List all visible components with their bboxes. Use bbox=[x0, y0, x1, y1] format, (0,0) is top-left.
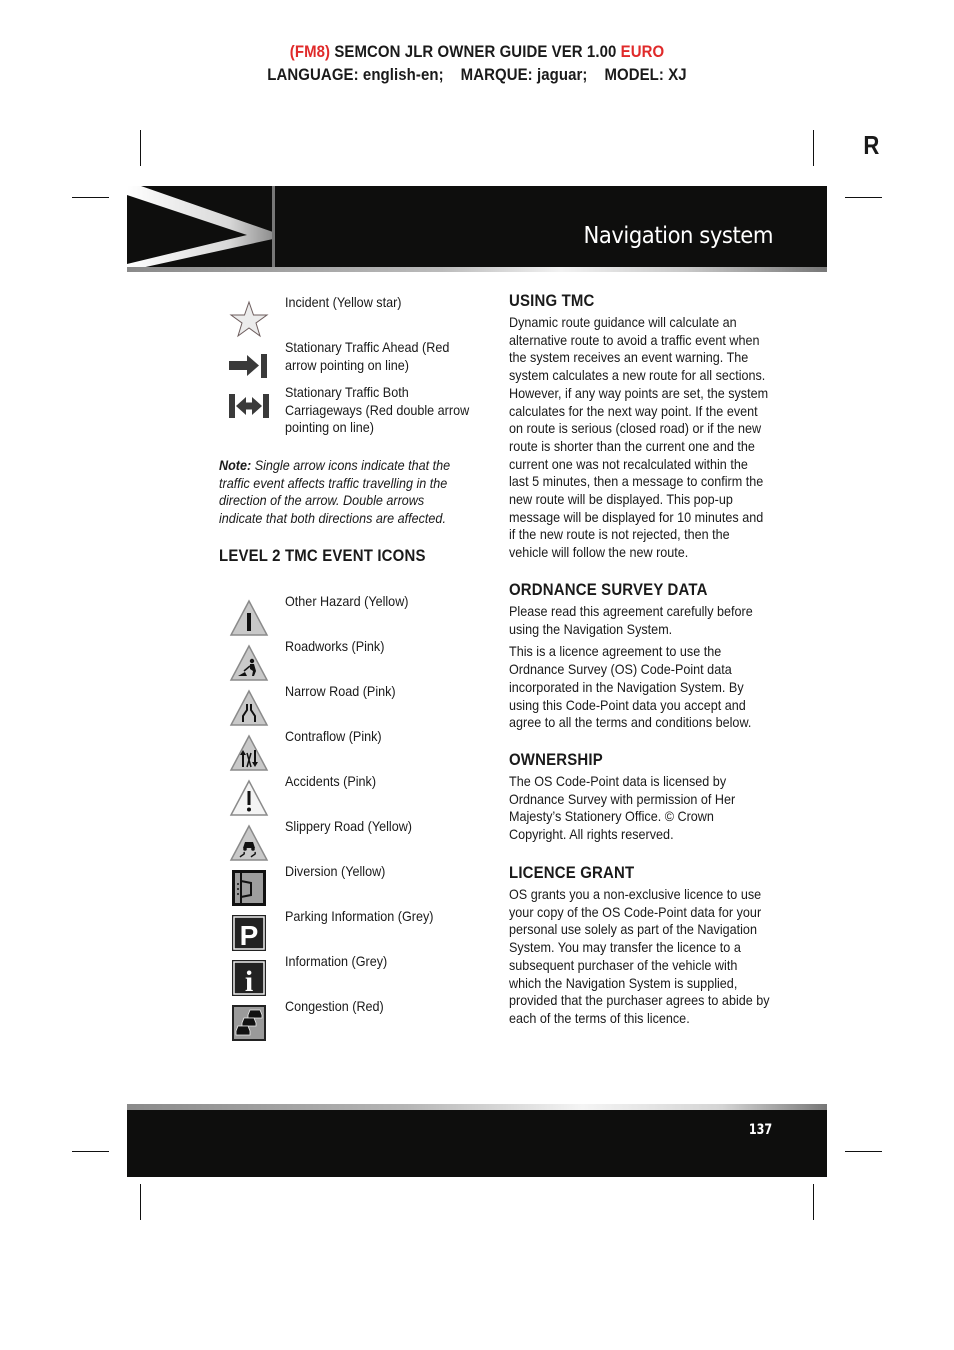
paragraph: OS grants you a non-exclusive licence to… bbox=[509, 886, 770, 1026]
crop-mark bbox=[72, 1151, 109, 1152]
icon-label: Contraflow (Pink) bbox=[285, 728, 382, 744]
icon-label: Congestion (Red) bbox=[285, 998, 384, 1014]
header-region: EURO bbox=[620, 42, 665, 61]
banner-divider bbox=[272, 186, 275, 268]
arrow-to-line-icon bbox=[229, 354, 267, 378]
section-using-tmc: USING TMC Dynamic route guidance will ca… bbox=[509, 291, 799, 567]
section-tab-letter: R bbox=[863, 130, 880, 160]
icon-label: Incident (Yellow star) bbox=[285, 294, 402, 310]
narrow-road-icon bbox=[229, 689, 269, 726]
section-heading: LICENCE GRANT bbox=[509, 863, 635, 882]
crop-mark bbox=[845, 197, 882, 198]
header-line-2: LANGUAGE: english-en; MARQUE: jaguar; MO… bbox=[267, 65, 687, 84]
page-number: 137 bbox=[748, 1122, 772, 1138]
list-item: Diversion (Yellow) bbox=[219, 863, 484, 908]
list-item: Other Hazard (Yellow) bbox=[219, 593, 484, 638]
list-item: Stationary Traffic Both Carriageways (Re… bbox=[219, 384, 484, 454]
page-footer: 137 bbox=[127, 1104, 827, 1177]
section-ordnance-survey: ORDNANCE SURVEY DATA Please read this ag… bbox=[509, 580, 799, 737]
list-item: Stationary Traffic Ahead (Red arrow poin… bbox=[219, 339, 484, 384]
slippery-road-icon bbox=[229, 824, 269, 861]
document-header: (FM8) SEMCON JLR OWNER GUIDE VER 1.00 EU… bbox=[57, 40, 897, 86]
list-item: Congestion (Red) bbox=[219, 998, 484, 1043]
congestion-icon bbox=[232, 1005, 266, 1041]
banner-gradient-bar bbox=[127, 267, 827, 272]
double-arrow-between-lines-icon bbox=[229, 394, 269, 418]
diversion-icon bbox=[232, 870, 266, 906]
list-item: Slippery Road (Yellow) bbox=[219, 818, 484, 863]
crop-mark bbox=[813, 130, 814, 166]
list-item: Contraflow (Pink) bbox=[219, 728, 484, 773]
icon-label: Slippery Road (Yellow) bbox=[285, 818, 412, 834]
paragraph: Dynamic route guidance will calculate an… bbox=[509, 314, 769, 561]
icon-label: Accidents (Pink) bbox=[285, 773, 377, 789]
note-text: Single arrow icons indicate that the tra… bbox=[219, 457, 451, 527]
other-hazard-icon bbox=[229, 599, 269, 636]
list-item: Roadworks (Pink) bbox=[219, 638, 484, 683]
svg-text:i: i bbox=[245, 965, 253, 997]
icon-label: Narrow Road (Pink) bbox=[285, 683, 396, 699]
information-icon: i bbox=[232, 960, 266, 997]
section-heading: USING TMC bbox=[509, 291, 595, 310]
paragraph: This is a licence agreement to use the O… bbox=[509, 643, 752, 731]
paragraph: Please read this agreement carefully bef… bbox=[509, 603, 753, 637]
crop-mark bbox=[813, 1184, 814, 1220]
crop-mark bbox=[140, 1184, 141, 1220]
parking-icon: P bbox=[232, 915, 266, 951]
icon-label: Stationary Traffic Both Carriageways (Re… bbox=[285, 384, 470, 436]
section-ownership: OWNERSHIP The OS Code-Point data is lice… bbox=[509, 750, 799, 849]
level2-heading: LEVEL 2 TMC EVENT ICONS bbox=[219, 546, 426, 565]
list-item: Narrow Road (Pink) bbox=[219, 683, 484, 728]
accidents-icon bbox=[229, 779, 269, 816]
icon-label: Other Hazard (Yellow) bbox=[285, 593, 409, 609]
footer-gradient-bar bbox=[127, 1104, 827, 1110]
roadworks-icon bbox=[229, 644, 269, 681]
note-prefix: Note: bbox=[219, 457, 252, 473]
icon-label: Parking Information (Grey) bbox=[285, 908, 434, 924]
icon-label: Diversion (Yellow) bbox=[285, 863, 386, 879]
svg-text:P: P bbox=[240, 920, 259, 951]
icon-label: Roadworks (Pink) bbox=[285, 638, 385, 654]
list-item: i Information (Grey) bbox=[219, 953, 484, 998]
level2-icon-list: Other Hazard (Yellow) Roadworks (Pink) N… bbox=[219, 593, 484, 1043]
contraflow-icon bbox=[229, 734, 269, 771]
star-icon bbox=[229, 300, 269, 338]
page-title: Navigation system bbox=[583, 223, 773, 249]
section-licence-grant: LICENCE GRANT OS grants you a non-exclus… bbox=[509, 863, 799, 1033]
crop-mark bbox=[140, 130, 141, 166]
section-heading: OWNERSHIP bbox=[509, 750, 603, 769]
chevron-graphic-icon bbox=[127, 186, 273, 268]
level1-icon-list: Incident (Yellow star) Stationary Traffi… bbox=[219, 294, 484, 454]
list-item: Incident (Yellow star) bbox=[219, 294, 484, 339]
icon-label: Stationary Traffic Ahead (Red arrow poin… bbox=[285, 339, 450, 373]
list-item: Accidents (Pink) bbox=[219, 773, 484, 818]
crop-mark bbox=[845, 1151, 882, 1152]
header-line-1: (FM8) SEMCON JLR OWNER GUIDE VER 1.00 EU… bbox=[57, 40, 897, 63]
paragraph: The OS Code-Point data is licensed by Or… bbox=[509, 773, 736, 843]
note-paragraph: Note: Single arrow icons indicate that t… bbox=[219, 457, 462, 528]
header-title: SEMCON JLR OWNER GUIDE VER 1.00 bbox=[330, 42, 621, 61]
list-item: P Parking Information (Grey) bbox=[219, 908, 484, 953]
crop-mark bbox=[72, 197, 109, 198]
section-heading: ORDNANCE SURVEY DATA bbox=[509, 580, 708, 599]
header-prefix: (FM8) bbox=[289, 42, 331, 61]
section-banner: Navigation system bbox=[127, 186, 827, 272]
icon-label: Information (Grey) bbox=[285, 953, 388, 969]
